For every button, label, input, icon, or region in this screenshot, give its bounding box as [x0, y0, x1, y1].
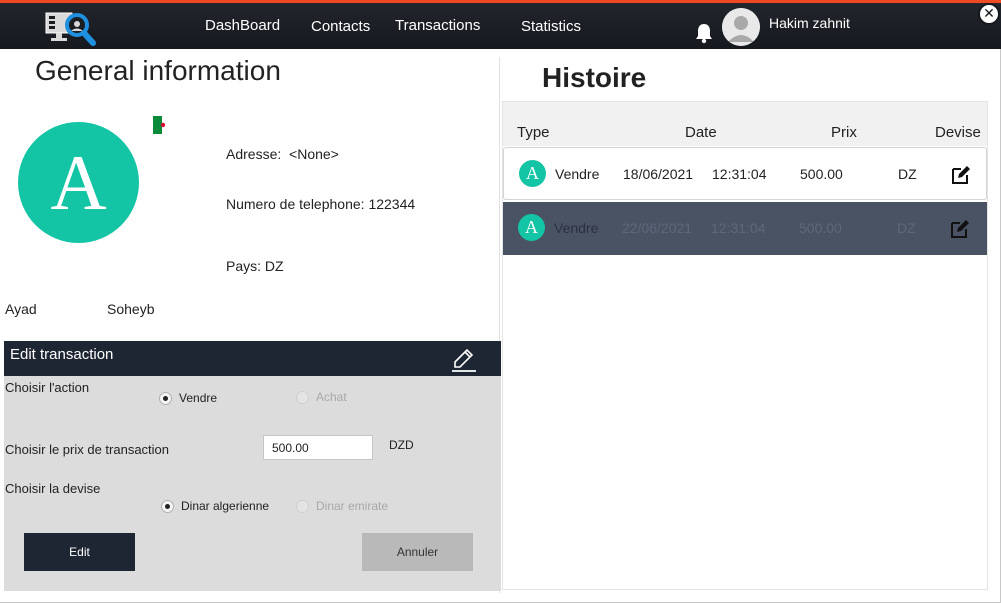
app-logo-icon[interactable]	[44, 7, 98, 47]
country-value: DZ	[264, 258, 284, 274]
radio-dinar-emirate[interactable]: Dinar emirate	[296, 499, 388, 513]
nav-link-contacts[interactable]: Contacts	[311, 18, 370, 35]
row-price: 500.00	[799, 220, 842, 236]
country-label: Pays:	[226, 258, 262, 274]
history-row[interactable]: A Vendre 18/06/2021 12:31:04 500.00 DZ	[503, 147, 987, 200]
column-header-price: Prix	[831, 124, 857, 141]
column-header-date: Date	[685, 124, 717, 141]
radio-dinar-algerienne[interactable]: Dinar algerienne	[161, 499, 269, 513]
phone-row: Numero de telephone: 122344	[226, 196, 415, 212]
row-type: Vendre	[554, 220, 599, 236]
address-row: Adresse: <None>	[226, 146, 339, 162]
user-avatar-icon[interactable]	[722, 8, 760, 46]
history-title: Histoire	[542, 62, 647, 93]
address-value: <None>	[289, 146, 339, 162]
row-avatar: A	[518, 214, 545, 241]
radio-vendre[interactable]: Vendre	[159, 391, 217, 405]
radio-dinar-emirate-label: Dinar emirate	[316, 499, 389, 513]
row-currency: DZ	[897, 220, 916, 236]
row-price: 500.00	[800, 166, 843, 182]
phone-label: Numero de telephone:	[226, 196, 365, 212]
row-time: 12:31:04	[711, 220, 766, 236]
price-input[interactable]	[263, 435, 373, 460]
address-label: Adresse:	[226, 146, 282, 162]
edit-row-icon[interactable]	[949, 218, 971, 240]
last-name: Ayad	[5, 301, 37, 317]
radio-achat-label: Achat	[316, 390, 347, 404]
radio-dinar-algerienne-dot[interactable]	[161, 499, 174, 513]
row-date: 18/06/2021	[623, 166, 694, 182]
edit-row-icon[interactable]	[950, 164, 972, 186]
bell-icon[interactable]	[693, 22, 715, 44]
history-header: Type Date Prix Devise	[503, 102, 987, 146]
edit-transaction-panel: Edit transaction Choisir l'action Vendre…	[4, 341, 501, 591]
action-label: Choisir l'action	[5, 380, 90, 395]
radio-achat-dot[interactable]	[296, 390, 309, 404]
row-time: 12:31:04	[712, 166, 767, 182]
edit-transaction-title: Edit transaction	[10, 346, 114, 363]
first-name: Soheyb	[107, 301, 155, 317]
history-panel: Type Date Prix Devise A Vendre 18/06/202…	[502, 101, 988, 590]
navbar: DashBoard Contacts Transactions Statisti…	[0, 3, 1001, 49]
radio-dinar-algerienne-label: Dinar algerienne	[181, 499, 270, 513]
nav-link-dashboard[interactable]: DashBoard	[205, 17, 280, 34]
nav-link-transactions[interactable]: Transactions	[395, 17, 480, 34]
edit-transaction-header: Edit transaction	[4, 341, 501, 376]
row-avatar: A	[519, 160, 546, 187]
pencil-icon[interactable]	[450, 344, 478, 372]
history-row[interactable]: A Vendre 22/06/2021 12:31:04 500.00 DZ	[503, 202, 987, 255]
phone-value: 122344	[368, 196, 416, 212]
radio-dinar-emirate-dot[interactable]	[296, 499, 309, 513]
row-type: Vendre	[555, 166, 600, 182]
close-icon[interactable]: ✕	[978, 3, 1000, 25]
general-information-title: General information	[35, 55, 281, 86]
edit-button[interactable]: Edit	[24, 533, 135, 571]
column-header-type: Type	[517, 124, 550, 141]
radio-vendre-label: Vendre	[179, 391, 218, 405]
row-currency: DZ	[898, 166, 917, 182]
column-header-currency: Devise	[935, 124, 981, 141]
algeria-flag-icon	[153, 116, 171, 134]
price-unit: DZD	[389, 438, 414, 452]
cancel-button[interactable]: Annuler	[362, 533, 473, 571]
radio-vendre-dot[interactable]	[159, 391, 172, 405]
row-date: 22/06/2021	[622, 220, 693, 236]
price-label: Choisir le prix de transaction	[5, 442, 170, 457]
radio-achat[interactable]: Achat	[296, 390, 347, 404]
user-name[interactable]: Hakim zahnit	[769, 15, 850, 31]
profile-avatar: A	[18, 122, 139, 243]
currency-label: Choisir la devise	[5, 481, 101, 496]
nav-link-statistics[interactable]: Statistics	[521, 18, 581, 35]
country-row: Pays: DZ	[226, 258, 284, 274]
